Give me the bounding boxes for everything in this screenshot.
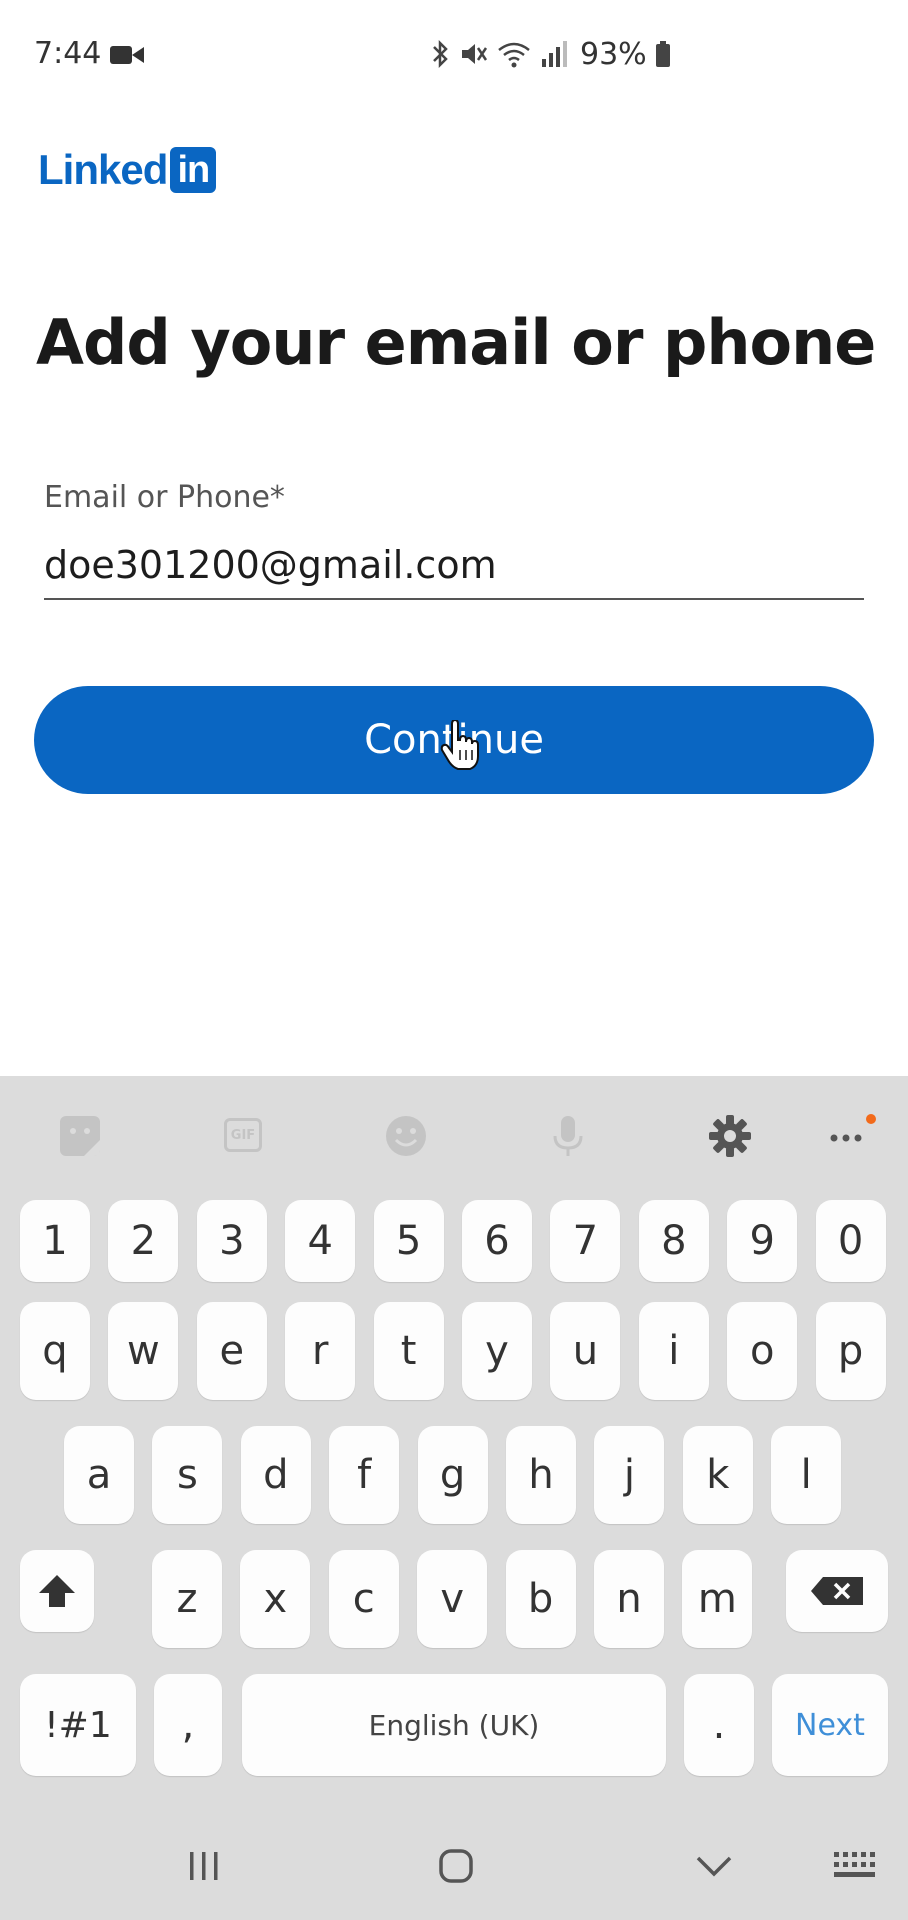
gif-icon[interactable]: GIF xyxy=(224,1118,262,1152)
gif-label: GIF xyxy=(230,1127,256,1143)
key-h[interactable]: h xyxy=(506,1426,576,1524)
next-key[interactable]: Next xyxy=(772,1674,888,1776)
status-icons: 93% xyxy=(430,36,671,72)
key-0[interactable]: 0 xyxy=(815,1200,886,1282)
key-8[interactable]: 8 xyxy=(638,1200,709,1282)
status-bar: 7:44 93% xyxy=(0,0,908,110)
bluetooth-icon xyxy=(433,39,448,69)
backspace-key[interactable] xyxy=(786,1550,888,1632)
key-z[interactable]: z xyxy=(152,1550,222,1648)
battery-percentage: 93% xyxy=(580,36,647,72)
key-7[interactable]: 7 xyxy=(550,1200,621,1282)
key-u[interactable]: u xyxy=(550,1302,621,1400)
key-p[interactable]: p xyxy=(815,1302,886,1400)
key-g[interactable]: g xyxy=(417,1426,488,1524)
symbols-key[interactable]: !#1 xyxy=(20,1674,136,1776)
backspace-icon xyxy=(811,1577,863,1605)
key-a[interactable]: a xyxy=(64,1426,134,1524)
home-button[interactable] xyxy=(438,1848,474,1884)
sticker-icon[interactable] xyxy=(58,1114,102,1158)
email-field[interactable] xyxy=(44,532,864,600)
hand-cursor-icon xyxy=(440,720,479,770)
key-x[interactable]: x xyxy=(240,1550,311,1648)
keyboard-switch-icon[interactable] xyxy=(832,1850,876,1882)
space-key[interactable]: English (UK) xyxy=(242,1674,666,1776)
comma-key[interactable]: , xyxy=(154,1674,222,1776)
status-time: 7:44 xyxy=(34,36,102,71)
key-f[interactable]: f xyxy=(329,1426,400,1524)
wifi-icon xyxy=(498,42,530,68)
key-9[interactable]: 9 xyxy=(727,1200,798,1282)
battery-icon xyxy=(655,41,670,67)
key-o[interactable]: o xyxy=(727,1302,798,1400)
key-3[interactable]: 3 xyxy=(196,1200,267,1282)
key-r[interactable]: r xyxy=(285,1302,356,1400)
key-d[interactable]: d xyxy=(240,1426,311,1524)
mute-icon xyxy=(462,44,488,64)
logo-wordmark: Linked xyxy=(38,146,168,193)
more-icon[interactable] xyxy=(824,1114,868,1158)
hide-keyboard-button[interactable] xyxy=(694,1852,734,1880)
emoji-icon[interactable] xyxy=(384,1114,428,1158)
key-s[interactable]: s xyxy=(152,1426,223,1524)
logo-box: in xyxy=(170,147,217,193)
email-field-label: Email or Phone* xyxy=(44,480,285,515)
key-i[interactable]: i xyxy=(638,1302,709,1400)
video-recording-icon xyxy=(110,46,144,64)
recent-apps-button[interactable] xyxy=(186,1848,222,1884)
key-4[interactable]: 4 xyxy=(285,1200,356,1282)
key-m[interactable]: m xyxy=(682,1550,753,1648)
key-e[interactable]: e xyxy=(196,1302,267,1400)
key-w[interactable]: w xyxy=(108,1302,179,1400)
key-t[interactable]: t xyxy=(373,1302,444,1400)
gear-icon[interactable] xyxy=(708,1114,752,1158)
key-n[interactable]: n xyxy=(594,1550,664,1648)
period-key[interactable]: . xyxy=(684,1674,754,1776)
logo-box-text: in xyxy=(177,149,210,191)
key-j[interactable]: j xyxy=(594,1426,665,1524)
signal-icon xyxy=(542,41,567,67)
key-2[interactable]: 2 xyxy=(108,1200,179,1282)
key-b[interactable]: b xyxy=(505,1550,576,1648)
linkedin-logo: Linked in xyxy=(38,146,217,194)
navigation-bar xyxy=(0,1836,908,1920)
key-6[interactable]: 6 xyxy=(462,1200,532,1282)
key-l[interactable]: l xyxy=(771,1426,842,1524)
microphone-icon[interactable] xyxy=(546,1114,590,1158)
key-v[interactable]: v xyxy=(417,1550,488,1648)
shift-icon xyxy=(39,1575,75,1607)
keyboard-toolbar: GIF xyxy=(0,1076,908,1196)
key-q[interactable]: q xyxy=(20,1302,90,1400)
key-c[interactable]: c xyxy=(328,1550,399,1648)
notification-dot xyxy=(866,1114,876,1124)
shift-key[interactable] xyxy=(20,1550,94,1632)
key-k[interactable]: k xyxy=(682,1426,753,1524)
key-1[interactable]: 1 xyxy=(20,1200,90,1282)
key-y[interactable]: y xyxy=(462,1302,532,1400)
page-title: Add your email or phone xyxy=(36,306,876,379)
key-5[interactable]: 5 xyxy=(373,1200,444,1282)
